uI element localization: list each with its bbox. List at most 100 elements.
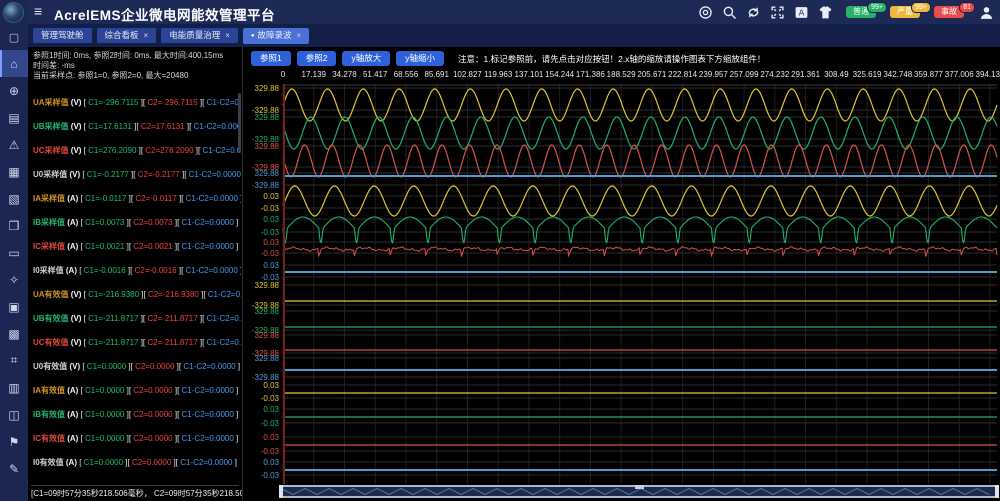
sidebar-item-warning-lamp[interactable]: ⚑ [0,428,28,455]
bracket-text: [ [77,458,84,467]
channel-row-UB采样值: UB采样值 (V) [ C1=17.6131 ][ C2=17.6131 ][ … [33,115,241,139]
workspace-monitor-icon[interactable]: ▢ [0,28,28,48]
refresh-icon[interactable] [746,5,761,20]
sidebar-item-energy-tips[interactable]: ✧ [0,266,28,293]
bracket-text: ][ [177,266,186,275]
app-logo[interactable] [3,2,24,23]
y-axis-label: 329.88 [243,307,279,316]
x-tick-label: 308.49 [824,70,848,79]
channel-value-v1: C1=0.0000 [84,458,123,467]
reference2-button[interactable]: 参照2 [297,51,337,66]
x-axis-datazoom-slider[interactable] [281,485,997,498]
alarm-normal-button[interactable]: 普通99+ [846,6,876,18]
channel-value-v3: C1-C2=0.0000 [182,434,234,443]
tab-power-quality[interactable]: 电能质量治理 × [161,28,238,43]
channel-value-v2: C2=-0.2177 [138,170,180,179]
channel-row-UA采样值: UA采样值 (V) [ C1=-296.7115 ][ C2=-296.7115… [33,91,241,115]
y-axis-label: 329.88 [243,354,279,363]
alarm-severe-button[interactable]: 严重99+ [890,6,920,18]
home-icon: ⌂ [10,57,17,71]
x-tick-label: 274.232 [760,70,789,79]
tab-close-icon[interactable]: × [225,31,230,40]
bracket-text: ] [236,362,240,371]
sidebar-item-report-copy[interactable]: ❐ [0,212,28,239]
channel-value-v2: C2=17.6131 [141,122,185,131]
bracket-text: ][ [173,386,182,395]
sidebar-item-trend-chart[interactable]: ▧ [0,185,28,212]
bracket-text: ][ [124,434,133,443]
channel-value-v3: C1-C2=0.0000 [194,122,241,131]
bracket-text: ][ [171,458,180,467]
sidebar-item-comm-device[interactable]: ⌗ [0,347,28,374]
search-icon[interactable] [722,5,737,20]
sidebar-item-data-report[interactable]: ▣ [0,293,28,320]
bracket-text: ][ [126,194,135,203]
trend-chart-icon: ▧ [8,192,19,206]
alarm-normal-count-badge: 99+ [867,2,887,13]
datazoom-left-handle[interactable] [279,485,283,498]
y-axis-zoom-out-button[interactable]: y轴缩小 [396,51,444,66]
x-tick-label: 102.827 [453,70,482,79]
tab-close-icon[interactable]: × [144,31,149,40]
sidebar-item-pv-station[interactable]: ▩ [0,320,28,347]
waveform-IC采样值 [283,247,997,257]
x-tick-label: 377.006 [945,70,974,79]
panel-scrollbar[interactable] [238,93,241,153]
channel-unit: (V) [69,314,82,323]
menu-toggle-icon[interactable]: ≡ [34,3,42,19]
sidebar-item-monitor-screen[interactable]: ▭ [0,239,28,266]
channel-unit: (A) [65,386,78,395]
waveform-canvas[interactable] [280,84,1000,484]
alarm-badges: 普通99+ 严重99+ 事故81 [846,6,964,18]
datazoom-center-handle[interactable] [635,485,644,489]
sidebar-item-alarm-center[interactable]: ⚠ [0,131,28,158]
warning-lamp-icon: ⚑ [9,435,20,449]
y-axis-label: 329.88 [243,142,279,151]
y-axis-label: 329.88 [243,113,279,122]
chart-toolbar: 参照1 参照2 y轴放大 y轴缩小 注意：1.标记参照前，请先点击对应按钮！2.x轴的… [251,51,765,66]
y-axis-zoom-in-button[interactable]: y轴放大 [342,51,390,66]
theme-shirt-icon[interactable] [818,5,833,20]
sidebar-item-home[interactable]: ⌂ [0,50,28,77]
x-tick-label: 51.417 [363,70,387,79]
data-report-icon: ▣ [8,300,19,314]
y-axis-label: -0.03 [243,204,279,213]
sidebar-item-log-edit[interactable]: ✎ [0,455,28,482]
guide-icon[interactable] [698,5,713,20]
sidebar-item-enterprise[interactable]: ▤ [0,104,28,131]
fullscreen-icon[interactable] [770,5,785,20]
channel-value-v2: C2=0.0000 [133,410,172,419]
tab-fault-recording[interactable]: ●故障录波× [243,28,309,44]
tab-close-icon[interactable]: × [297,31,302,40]
channel-value-v2: C2=276.2090 [145,146,193,155]
bracket-text: [ [80,362,87,371]
header-bar: ≡ AcrelEMS企业微电网能效管理平台 A 普通99+严重99+事故81 [28,0,1000,24]
sidebar-item-statistics[interactable]: ▦ [0,158,28,185]
channel-row-U0采样值: U0采样值 (V) [ C1=-0.2177 ][ C2=-0.2177 ][ … [33,163,241,187]
reference1-button[interactable]: 参照1 [251,51,291,66]
channel-unit: (A) [64,458,77,467]
tab-overview-board[interactable]: 综合看板 × [97,28,157,43]
tab-management-cockpit[interactable]: 管理驾驶舱 [33,28,92,43]
alarm-accident-button[interactable]: 事故81 [934,6,964,18]
app-window: ▢ ⌂⊕▤⚠▦▧❐▭✧▣▩⌗▥◫⚑✎ ≡ AcrelEMS企业微电网能效管理平台… [0,0,1000,501]
sidebar-item-overview[interactable]: ⊕ [0,77,28,104]
tab-power-quality-label: 电能质量治理 [169,30,220,40]
datazoom-right-handle[interactable] [995,485,999,498]
cursor-timestamp: [C1=09时57分35秒218.506毫秒， C2=09时57分35秒218.… [31,485,239,500]
tab-overview-board-label: 综合看板 [105,30,139,40]
sidebar-item-meter-panel[interactable]: ◫ [0,401,28,428]
channel-value-v3: C1-C2=0.0000 [182,386,234,395]
sidebar-item-data-matrix[interactable]: ▥ [0,374,28,401]
channel-value-v3: C1-C2=0.0000 [207,314,241,323]
measurement-panel: 参照1时间: 0ms, 参照2时间: 0ms, 最大时间:400.15ms 时间… [28,47,243,501]
translate-icon[interactable]: A [794,5,809,20]
x-tick-label: 119.963 [484,70,512,79]
x-tick-label: 257.099 [730,70,759,79]
x-tick-label: 188.529 [607,70,636,79]
bracket-text: ] [234,410,238,419]
channel-row-IC采样值: IC采样值 (A) [ C1=0.0021 ][ C2=0.0021 ][ C1… [33,235,241,259]
usage-notice: 注意：1.标记参照前，请先点击对应按钮！2.x轴的缩放请操作图表下方缩放组件！ [458,53,765,65]
y-axis-label: 329.88 [243,331,279,340]
user-avatar-icon[interactable] [979,5,994,20]
